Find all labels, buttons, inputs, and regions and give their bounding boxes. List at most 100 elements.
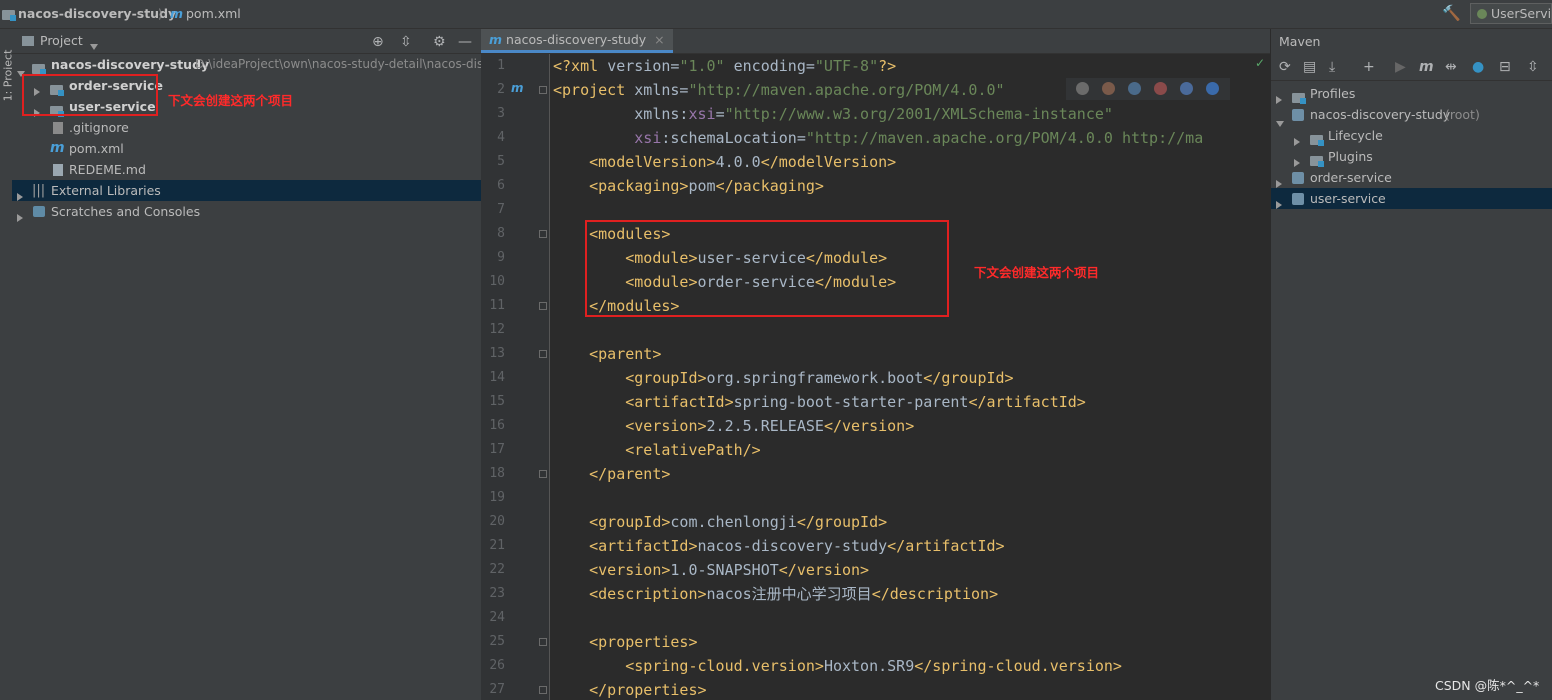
maven-item-label: nacos-discovery-study <box>1310 107 1451 122</box>
code-line[interactable]: xsi:schemaLocation="http://maven.apache.… <box>553 126 1203 150</box>
maven-toolbar: ⟳ ▤ ⤓ + ▶ m ⇹ ● ⊟ ⇳ <box>1271 54 1552 81</box>
editor-tab-pom[interactable]: m nacos-discovery-study × <box>481 29 673 53</box>
editor-tab-label: nacos-discovery-study <box>506 32 647 47</box>
code-line[interactable]: </properties> <box>553 678 706 700</box>
tree-item-label: Scratches and Consoles <box>51 204 201 219</box>
maven-project-icon <box>1292 193 1304 205</box>
minimize-icon[interactable]: — <box>458 34 472 50</box>
code-line[interactable]: <relativePath/> <box>553 438 760 462</box>
chevron-right-icon[interactable] <box>17 207 23 228</box>
tree-item-scratches[interactable]: Scratches and Consoles <box>12 201 481 222</box>
tree-item-gitignore[interactable]: .gitignore <box>12 117 481 138</box>
code-line[interactable]: <project xmlns="http://maven.apache.org/… <box>553 78 1005 102</box>
tree-root[interactable]: nacos-discovery-study D:\ideaProject\own… <box>12 54 481 77</box>
run-icon[interactable]: ▶ <box>1395 59 1406 75</box>
maven-project-icon <box>1292 109 1304 121</box>
code-editor[interactable]: <?xml version="1.0" encoding="UTF-8"?> <p… <box>551 54 1270 700</box>
firefox-icon[interactable] <box>1102 82 1115 95</box>
line-number: 17 <box>489 442 505 457</box>
maven-item-profiles[interactable]: Profiles <box>1271 83 1552 104</box>
download-icon[interactable]: ⤓ <box>1329 59 1335 75</box>
code-line[interactable]: <packaging>pom</packaging> <box>553 174 824 198</box>
folder-icon <box>2 10 16 21</box>
root-project-path: D:\ideaProject\own\nacos-study-detail\na… <box>195 57 481 71</box>
toggle-offline-icon[interactable]: ⇹ <box>1445 59 1457 75</box>
project-view-title[interactable]: Project <box>40 33 83 48</box>
code-line[interactable]: <groupId>org.springframework.boot</group… <box>553 366 1013 390</box>
tree-item-external-libraries[interactable]: ||| External Libraries <box>12 180 481 201</box>
build-hammer-icon[interactable]: 🔨 <box>1442 4 1461 22</box>
chevron-down-icon[interactable] <box>90 39 98 53</box>
maven-item-label: Profiles <box>1310 86 1356 101</box>
edge-icon[interactable] <box>1206 82 1219 95</box>
fold-marker-icon[interactable] <box>539 686 547 694</box>
folder-icon <box>1310 156 1324 167</box>
code-line[interactable]: xmlns:xsi="http://www.w3.org/2001/XMLSch… <box>553 102 1113 126</box>
run-configuration-selector[interactable]: UserServi <box>1470 3 1552 24</box>
maven-item-lifecycle[interactable]: Lifecycle <box>1271 125 1552 146</box>
code-line[interactable]: <spring-cloud.version>Hoxton.SR9</spring… <box>553 654 1122 678</box>
locate-icon[interactable]: ⊕ <box>372 34 384 50</box>
breadcrumb-file[interactable]: pom.xml <box>186 6 241 21</box>
maven-project-icon <box>1292 172 1304 184</box>
maven-item-order-service[interactable]: order-service <box>1271 167 1552 188</box>
check-icon: ✓ <box>1255 56 1266 70</box>
maven-panel-title: Maven <box>1279 34 1321 49</box>
line-number: 6 <box>497 178 505 193</box>
code-line[interactable]: <version>2.2.5.RELEASE</version> <box>553 414 914 438</box>
fold-marker-icon[interactable] <box>539 86 547 94</box>
line-number: 16 <box>489 418 505 433</box>
project-panel: Project ⊕ ⇳ ⚙ — nacos-discovery-study D:… <box>12 29 481 700</box>
line-number: 13 <box>489 346 505 361</box>
tree-item-redeme[interactable]: REDEME.md <box>12 159 481 180</box>
show-dependencies-icon[interactable]: ⊟ <box>1499 59 1511 75</box>
fold-marker-icon[interactable] <box>539 350 547 358</box>
tree-item-pom[interactable]: m pom.xml <box>12 138 481 159</box>
ie-icon[interactable] <box>1180 82 1193 95</box>
fold-marker-icon[interactable] <box>539 638 547 646</box>
fold-marker-icon[interactable] <box>539 230 547 238</box>
line-number: 4 <box>497 130 505 145</box>
code-line[interactable]: <parent> <box>553 342 661 366</box>
code-line[interactable]: <description>nacos注册中心学习项目</description> <box>553 582 998 606</box>
collapse-all-icon[interactable]: ⇳ <box>1527 59 1539 75</box>
add-folder-icon[interactable]: ▤ <box>1303 59 1316 75</box>
chrome-icon[interactable] <box>1076 82 1089 95</box>
maven-item-user-service[interactable]: user-service <box>1271 188 1552 209</box>
line-number: 20 <box>489 514 505 529</box>
reload-icon[interactable]: ⟳ <box>1279 59 1291 75</box>
code-line[interactable]: <?xml version="1.0" encoding="UTF-8"?> <box>553 54 896 78</box>
execute-goal-icon[interactable]: m <box>1419 59 1434 75</box>
code-line[interactable]: <groupId>com.chenlongji</groupId> <box>553 510 887 534</box>
opera-icon[interactable] <box>1154 82 1167 95</box>
line-number: 2 <box>497 82 505 97</box>
line-number: 7 <box>497 202 505 217</box>
code-line[interactable]: <version>1.0-SNAPSHOT</version> <box>553 558 869 582</box>
library-icon: ||| <box>32 183 46 198</box>
code-line[interactable]: <properties> <box>553 630 697 654</box>
close-icon[interactable]: × <box>654 32 664 47</box>
maven-item-plugins[interactable]: Plugins <box>1271 146 1552 167</box>
add-icon[interactable]: + <box>1363 59 1375 75</box>
maven-item-label: order-service <box>1310 170 1392 185</box>
maven-panel: Maven ⟳ ▤ ⤓ + ▶ m ⇹ ● ⊟ ⇳ Profiles nacos… <box>1270 29 1552 700</box>
maven-gutter-icon[interactable]: m <box>511 81 524 95</box>
chevron-right-icon[interactable] <box>1276 194 1282 215</box>
fold-marker-icon[interactable] <box>539 302 547 310</box>
skip-tests-icon[interactable]: ● <box>1472 59 1484 75</box>
project-panel-header: Project ⊕ ⇳ ⚙ — <box>12 29 481 54</box>
maven-file-icon: m <box>489 32 503 47</box>
code-line[interactable]: <modelVersion>4.0.0</modelVersion> <box>553 150 896 174</box>
line-number: 5 <box>497 154 505 169</box>
safari-icon[interactable] <box>1128 82 1141 95</box>
code-line[interactable]: <artifactId>nacos-discovery-study</artif… <box>553 534 1004 558</box>
gear-icon[interactable]: ⚙ <box>433 34 446 50</box>
fold-marker-icon[interactable] <box>539 470 547 478</box>
collapse-all-icon[interactable]: ⇳ <box>400 34 412 50</box>
line-number: 3 <box>497 106 505 121</box>
code-line[interactable]: </parent> <box>553 462 670 486</box>
breadcrumb-project[interactable]: nacos-discovery-study <box>18 6 176 21</box>
code-line[interactable]: <artifactId>spring-boot-starter-parent</… <box>553 390 1086 414</box>
maven-item-root[interactable]: nacos-discovery-study (root) <box>1271 104 1552 127</box>
annotation-text: 下文会创建这两个项目 <box>168 93 294 108</box>
